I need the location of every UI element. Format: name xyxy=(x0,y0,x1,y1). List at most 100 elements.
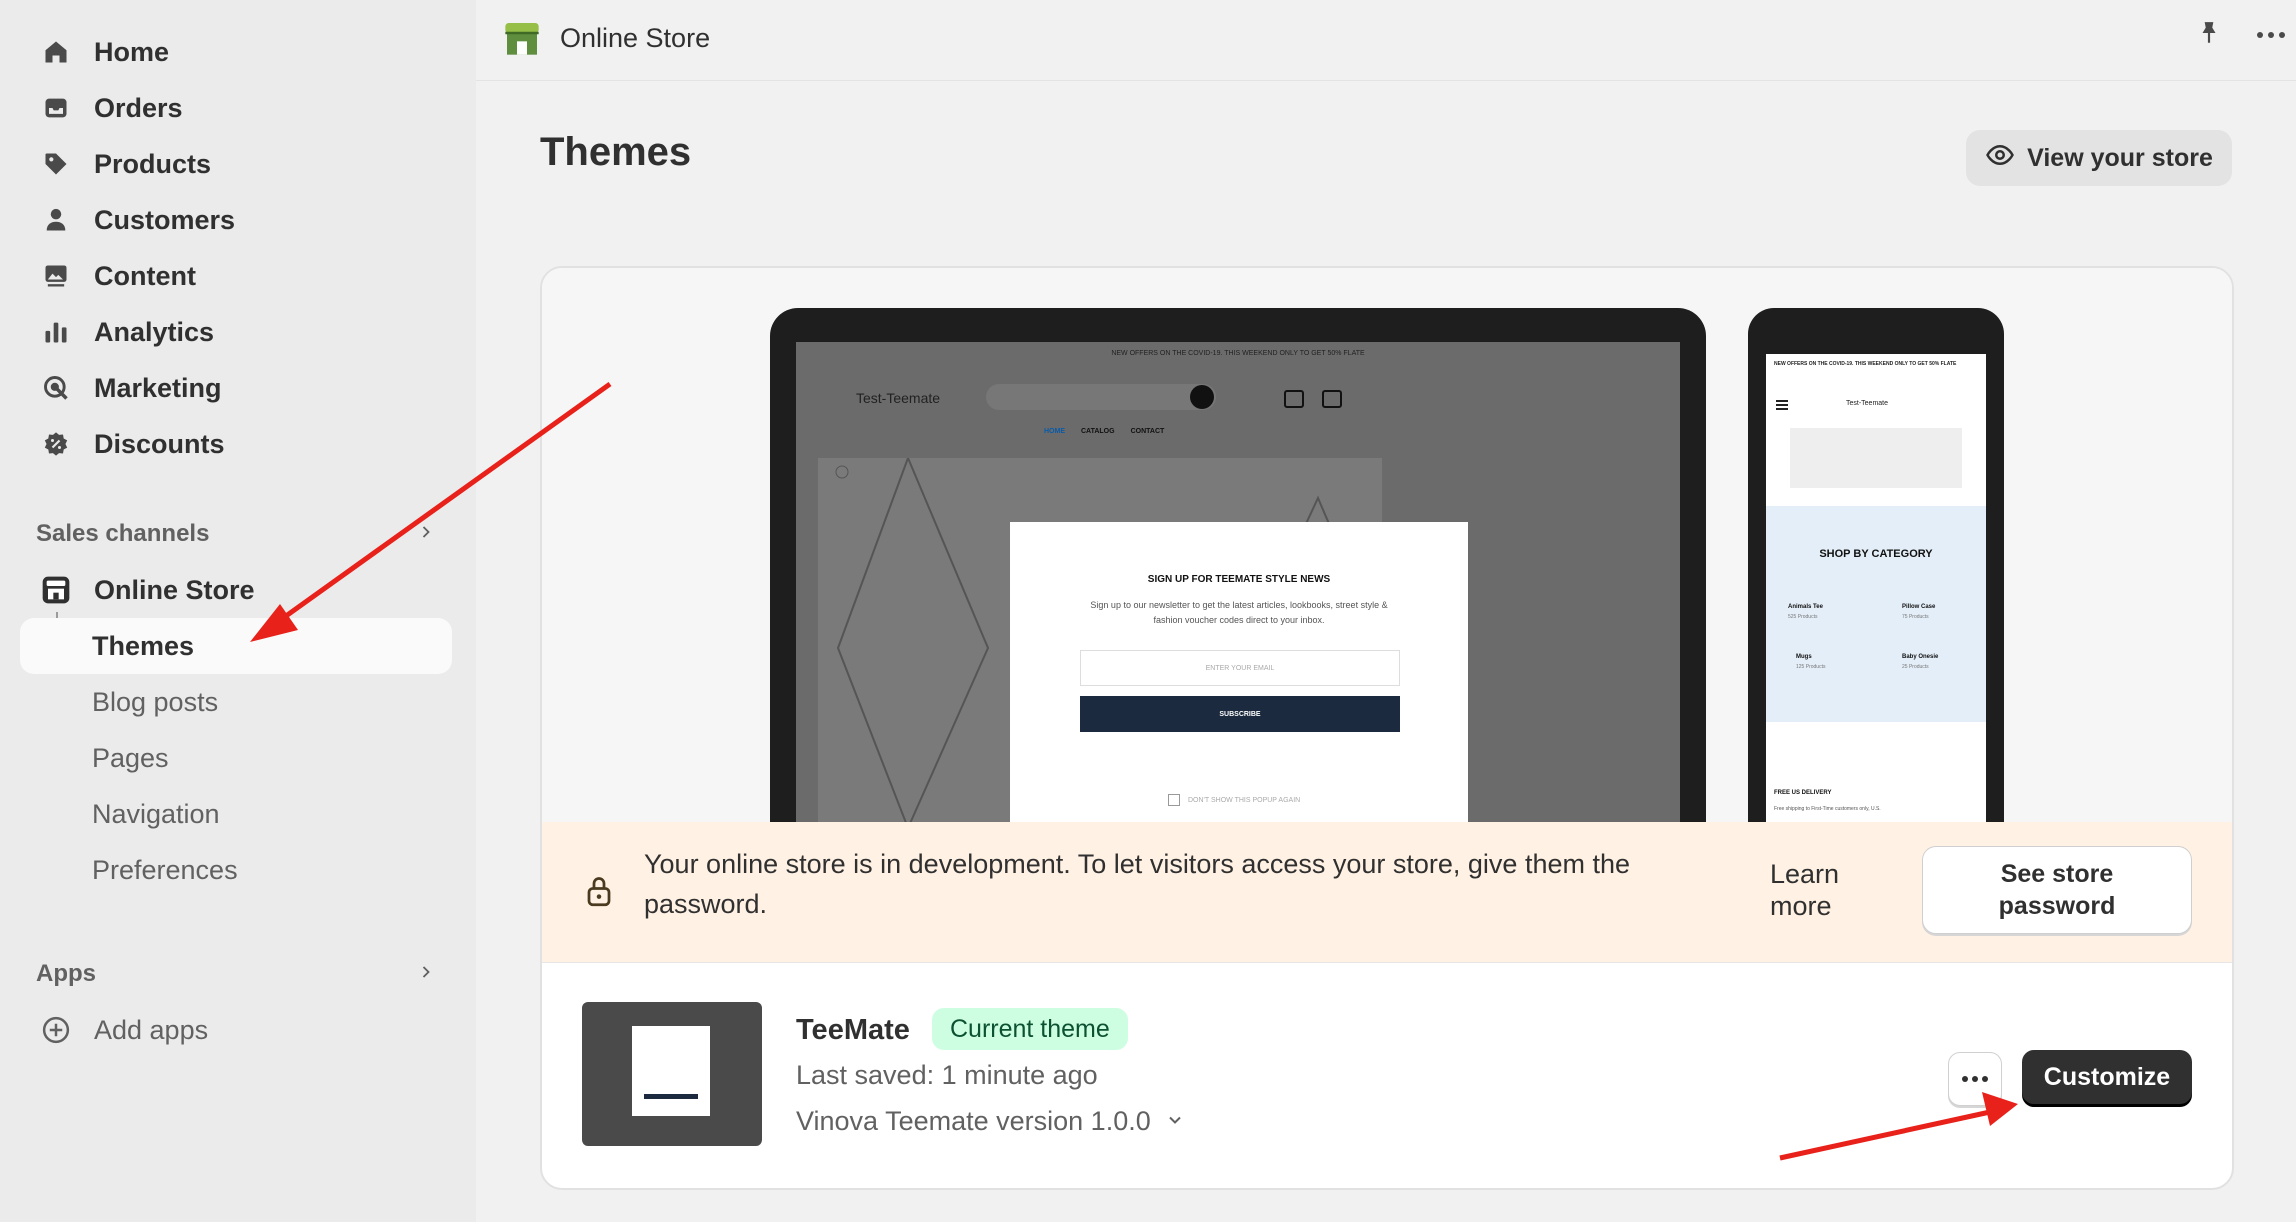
desktop-preview-screen: NEW OFFERS ON THE COVID-19. THIS WEEKEND… xyxy=(796,342,1680,828)
popup-subscribe-button: SUBSCRIBE xyxy=(1080,696,1400,732)
thumbnail-button xyxy=(644,1094,698,1099)
more-horizontal-icon xyxy=(1961,1070,1989,1088)
phone-free-delivery-text: Free shipping to First-Time customers on… xyxy=(1774,806,1881,812)
sidebar-item-label: Discounts xyxy=(94,428,225,459)
preview-newsletter-popup: SIGN UP FOR TEEMATE STYLE NEWS Sign up t… xyxy=(1010,522,1468,828)
phone-store-name: Test-Teemate xyxy=(1846,400,1889,407)
popup-checkbox-label: DON'T SHOW THIS POPUP AGAIN xyxy=(1188,796,1301,804)
phone-hero-image xyxy=(1790,428,1962,488)
desktop-preview: NEW OFFERS ON THE COVID-19. THIS WEEKEND… xyxy=(770,308,1706,828)
popup-title: SIGN UP FOR TEEMATE STYLE NEWS xyxy=(1147,574,1331,585)
sidebar-item-content[interactable]: Content xyxy=(20,248,452,304)
last-saved: Last saved: 1 minute ago xyxy=(796,1060,1098,1090)
inbox-icon xyxy=(38,90,74,126)
customize-button-label: Customize xyxy=(2043,1062,2171,1091)
popup-text: Sign up to our newsletter to get the lat… xyxy=(1090,600,1388,625)
pin-icon[interactable] xyxy=(2196,18,2222,53)
sidebar-item-marketing[interactable]: Marketing xyxy=(20,360,452,416)
popup-checkbox: DON'T SHOW THIS POPUP AGAIN xyxy=(1168,794,1300,806)
sidebar-item-orders[interactable]: Orders xyxy=(20,80,452,136)
theme-actions-button[interactable] xyxy=(1948,1052,2002,1106)
sidebar-item-label: Marketing xyxy=(94,372,222,403)
customize-button[interactable]: Customize xyxy=(2022,1050,2192,1104)
sidebar: Home Orders Products Customers Content A… xyxy=(0,0,476,1222)
sidebar-item-products[interactable]: Products xyxy=(20,136,452,192)
sidebar-item-label: Online Store xyxy=(94,574,255,605)
banner-message: Your online store is in development. To … xyxy=(644,849,1631,919)
sidebar-item-label: Blog posts xyxy=(92,686,219,717)
preview-nav: HOME CATALOG CONTACT xyxy=(1044,428,1164,435)
sidebar-item-label: Customers xyxy=(94,204,236,235)
sidebar-item-label: Products xyxy=(94,148,212,179)
phone-category-name: Baby Onesie xyxy=(1902,654,1939,660)
development-banner: Your online store is in development. To … xyxy=(542,822,2232,963)
plus-circle-icon xyxy=(38,1012,74,1048)
sidebar-item-label: Content xyxy=(94,260,196,291)
page-title: Themes xyxy=(540,130,692,174)
top-bar: Online Store xyxy=(476,0,2296,76)
checkbox-square xyxy=(1168,794,1180,806)
sidebar-item-discounts[interactable]: Discounts xyxy=(20,416,452,472)
sidebar-item-home[interactable]: Home xyxy=(20,24,452,80)
sidebar-item-themes[interactable]: Themes xyxy=(20,618,452,674)
learn-more-link[interactable]: Learn more xyxy=(1770,858,1860,922)
tag-icon xyxy=(38,146,74,182)
preview-nav-item: HOME xyxy=(1044,428,1065,435)
topbar-divider xyxy=(476,80,2296,81)
phone-category-count: 125 Products xyxy=(1796,664,1826,670)
sidebar-item-navigation[interactable]: Navigation xyxy=(20,786,452,842)
home-icon xyxy=(38,34,74,70)
view-store-button[interactable]: View your store xyxy=(1966,130,2232,186)
theme-thumbnail[interactable] xyxy=(582,1002,762,1146)
phone-shop-by-category: SHOP BY CATEGORY xyxy=(1819,548,1933,560)
phone-free-delivery: FREE US DELIVERY xyxy=(1774,790,1832,796)
preview-wishlist-icon xyxy=(1284,390,1304,408)
current-theme-row: TeeMate Current theme Last saved: 1 minu… xyxy=(542,964,2232,1188)
current-theme-badge-label: Current theme xyxy=(950,1014,1110,1043)
person-icon xyxy=(38,202,74,238)
thumbnail-popup xyxy=(632,1026,710,1116)
sidebar-item-label: Pages xyxy=(92,742,169,773)
preview-store-name: Test-Teemate xyxy=(856,390,941,406)
sidebar-item-preferences[interactable]: Preferences xyxy=(20,842,452,898)
mobile-preview-screen: NEW OFFERS ON THE COVID-19. THIS WEEKEND… xyxy=(1766,354,1986,828)
sidebar-item-label: Analytics xyxy=(94,316,215,347)
theme-version-label: Vinova Teemate version 1.0.0 xyxy=(796,1106,1151,1136)
sidebar-item-label: Preferences xyxy=(92,854,238,885)
sidebar-item-label: Navigation xyxy=(92,798,220,829)
preview-nav-item: CATALOG xyxy=(1081,428,1115,435)
lock-icon xyxy=(584,874,614,913)
preview-cart-icon xyxy=(1322,390,1342,408)
sales-channels-heading[interactable]: Sales channels xyxy=(36,514,436,554)
preview-search-icon xyxy=(1190,385,1214,409)
preview-search xyxy=(986,384,1216,410)
section-heading-label: Apps xyxy=(36,960,96,987)
online-store-app-icon xyxy=(502,18,542,58)
theme-preview[interactable]: NEW OFFERS ON THE COVID-19. THIS WEEKEND… xyxy=(542,268,2232,828)
sidebar-item-label: Add apps xyxy=(94,1014,209,1045)
preview-nav-item: CONTACT xyxy=(1130,428,1165,435)
phone-category-count: 75 Products xyxy=(1902,614,1929,620)
sidebar-item-add-apps[interactable]: Add apps xyxy=(20,1002,452,1058)
sidebar-item-blog-posts[interactable]: Blog posts xyxy=(20,674,452,730)
see-store-password-button[interactable]: See store password xyxy=(1922,846,2192,934)
current-theme-badge: Current theme xyxy=(932,1008,1128,1050)
phone-category-name: Animals Tee xyxy=(1788,604,1823,610)
apps-heading[interactable]: Apps xyxy=(36,954,436,994)
theme-name: TeeMate xyxy=(796,1014,910,1046)
current-theme-card: NEW OFFERS ON THE COVID-19. THIS WEEKEND… xyxy=(540,266,2234,1190)
sidebar-item-customers[interactable]: Customers xyxy=(20,192,452,248)
bar-chart-icon xyxy=(38,314,74,350)
chevron-right-icon xyxy=(416,522,436,547)
chevron-right-icon xyxy=(416,962,436,987)
sidebar-item-pages[interactable]: Pages xyxy=(20,730,452,786)
image-icon xyxy=(38,258,74,294)
sidebar-item-online-store[interactable]: Online Store xyxy=(20,562,452,618)
theme-version[interactable]: Vinova Teemate version 1.0.0 xyxy=(796,1106,1185,1137)
mobile-preview: NEW OFFERS ON THE COVID-19. THIS WEEKEND… xyxy=(1748,308,2004,828)
view-store-label: View your store xyxy=(2027,143,2213,172)
sidebar-item-analytics[interactable]: Analytics xyxy=(20,304,452,360)
section-heading-label: Sales channels xyxy=(36,520,210,547)
sidebar-item-label: Themes xyxy=(92,630,195,661)
more-actions-icon[interactable] xyxy=(2256,27,2286,45)
